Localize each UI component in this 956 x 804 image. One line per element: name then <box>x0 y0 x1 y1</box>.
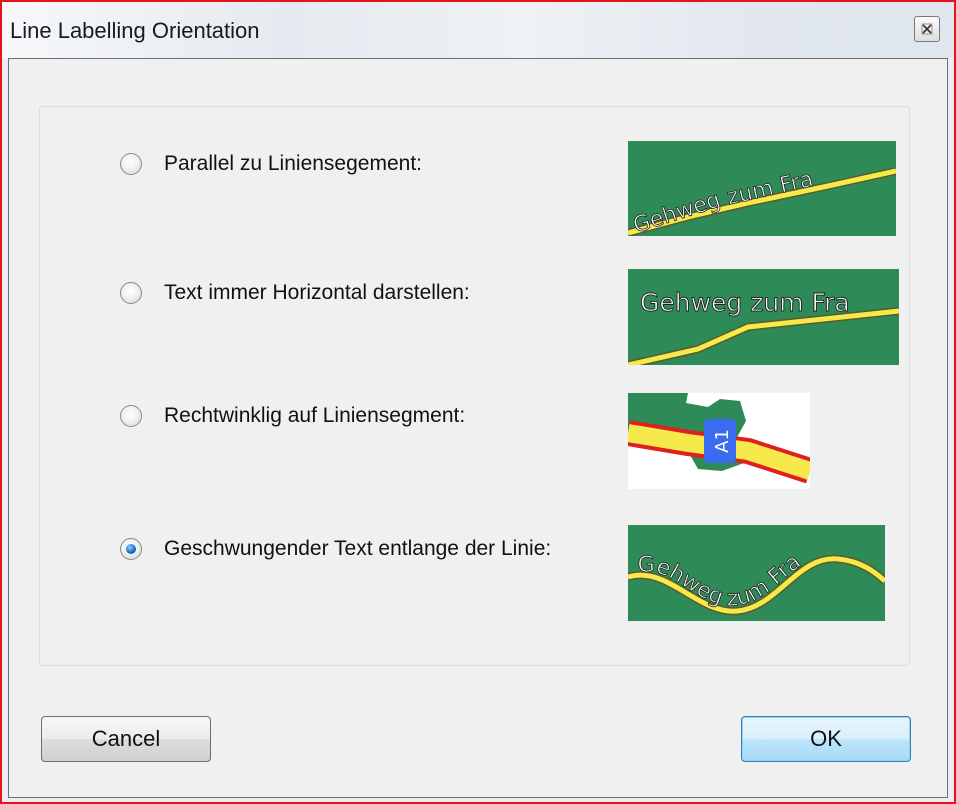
option-label: Rechtwinklig auf Liniensegment: <box>164 404 466 427</box>
preview-text: Gehweg zum Fra <box>640 288 850 317</box>
option-horizontal[interactable]: Text immer Horizontal darstellen: <box>120 281 470 305</box>
orientation-group: Parallel zu Liniensegement: Gehweg zum F… <box>39 106 910 666</box>
radio-perpendicular[interactable] <box>120 405 142 427</box>
window-title: Line Labelling Orientation <box>10 18 260 43</box>
option-curved[interactable]: Geschwungender Text entlange der Linie: <box>120 537 551 561</box>
option-label: Parallel zu Liniensegement: <box>164 152 422 175</box>
close-button[interactable] <box>914 16 940 42</box>
option-perpendicular[interactable]: Rechtwinklig auf Liniensegment: <box>120 404 465 428</box>
preview-horizontal-image: Gehweg zum Fra <box>628 269 899 365</box>
preview-curved-image: Gehweg zum Fra <box>628 525 885 621</box>
close-icon <box>921 23 933 35</box>
preview-parallel-image: Gehweg zum Fra <box>628 141 896 236</box>
dialog-window: Line Labelling Orientation Parallel zu L… <box>0 0 956 804</box>
cancel-button[interactable]: Cancel <box>41 716 211 762</box>
radio-horizontal[interactable] <box>120 282 142 304</box>
radio-parallel[interactable] <box>120 153 142 175</box>
dialog-body: Parallel zu Liniensegement: Gehweg zum F… <box>8 58 948 798</box>
radio-curved[interactable] <box>120 538 142 560</box>
ok-button[interactable]: OK <box>741 716 911 762</box>
option-label: Geschwungender Text entlange der Linie: <box>164 537 552 560</box>
title-bar[interactable]: Line Labelling Orientation <box>2 2 954 58</box>
option-parallel[interactable]: Parallel zu Liniensegement: <box>120 152 422 176</box>
preview-perpendicular-image: A1 <box>628 393 810 489</box>
preview-text: A1 <box>712 429 733 453</box>
option-label: Text immer Horizontal darstellen: <box>164 281 470 304</box>
